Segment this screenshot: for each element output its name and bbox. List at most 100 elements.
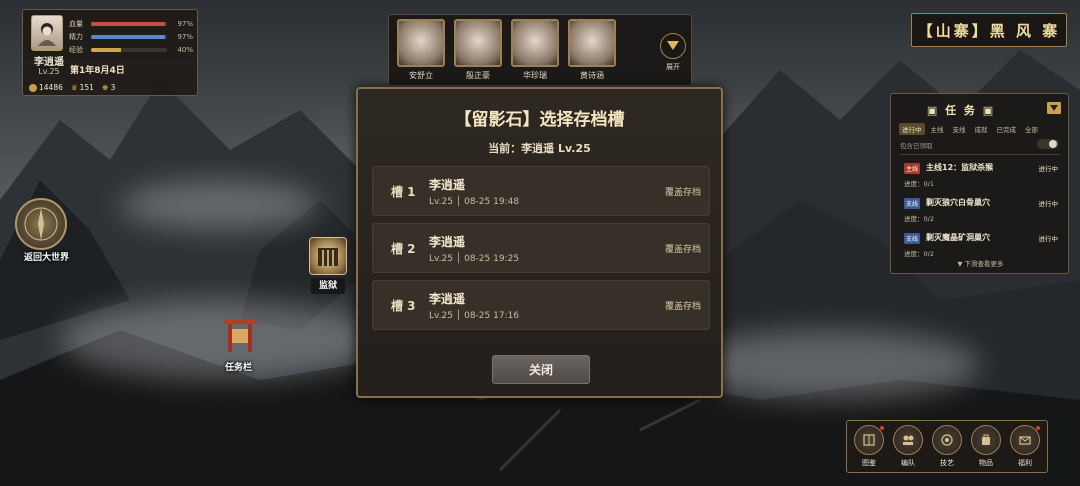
stat-label: 血量 <box>69 20 83 28</box>
hp-bar <box>91 22 167 26</box>
quest-progress: 进度：0/1 <box>904 180 934 188</box>
party-bar: 安舒立 殷正豪 华珍瑞 黄诗涵 <box>388 14 692 86</box>
collapse-quests-button[interactable] <box>1047 102 1061 114</box>
slot-character-name: 李逍遥 <box>429 292 466 306</box>
party-member[interactable]: 华珍瑞 <box>509 19 561 83</box>
party-member[interactable]: 黄诗涵 <box>566 19 618 83</box>
stat-label: 精力 <box>69 33 83 41</box>
menu-team-button[interactable]: 编队 <box>890 425 926 471</box>
expand-party-button[interactable] <box>660 33 686 59</box>
overwrite-save-button[interactable]: 覆盖存档 <box>665 299 701 312</box>
quest-title-text: 任 务 <box>945 104 977 117</box>
item-counter: ♛ 151 <box>71 83 94 92</box>
quest-item[interactable]: 主线 主线12：监狱杀猴 进行中 进度：0/1 <box>900 160 1062 192</box>
stat-hp: 血量 97% <box>69 19 195 29</box>
notification-dot <box>1036 426 1040 430</box>
stat-label: 经验 <box>69 46 83 54</box>
member-portrait <box>454 19 502 67</box>
slot-character-name: 李逍遥 <box>429 235 466 249</box>
exp-bar <box>91 48 167 52</box>
game-date: 第1年8月4日 <box>70 66 125 76</box>
slot-meta: Lv.25 │ 08-25 17:16 <box>429 311 520 321</box>
save-slot-2[interactable]: 槽 2 李逍遥 Lv.25 │ 08-25 19:25 覆盖存档 <box>372 223 710 273</box>
tab-all[interactable]: 全部 <box>1022 123 1041 135</box>
member-portrait <box>568 19 616 67</box>
menu-codex-button[interactable]: 图鉴 <box>851 425 887 471</box>
stat-energy: 精力 97% <box>69 32 195 42</box>
prison-marker[interactable] <box>309 237 347 275</box>
tab-side[interactable]: 支线 <box>950 123 969 135</box>
return-world-button[interactable] <box>15 198 67 250</box>
stat-percent: 97% <box>177 20 193 28</box>
player-name: 李逍遥 <box>34 57 64 68</box>
tab-completed[interactable]: 已完成 <box>994 123 1020 135</box>
party-member[interactable]: 殷正豪 <box>452 19 504 83</box>
gold-counter: 14486 <box>29 83 63 92</box>
ingot-icon: ♛ <box>70 83 78 92</box>
menu-items-button[interactable]: 物品 <box>968 425 1004 471</box>
quest-title: 剿灭狼穴白骨巢穴 <box>926 198 990 207</box>
prison-icon <box>318 248 338 266</box>
tab-main[interactable]: 主线 <box>928 123 947 135</box>
menu-welfare-button[interactable]: 福利 <box>1007 425 1043 471</box>
portrait-icon <box>38 23 56 46</box>
return-world-label: 返回大世界 <box>24 253 70 263</box>
quest-progress: 进度：0/2 <box>904 250 934 258</box>
overwrite-save-button[interactable]: 覆盖存档 <box>665 185 701 198</box>
scroll-more-hint[interactable]: ▼ 下滑查看更多 <box>891 258 1070 268</box>
include-claimed-label: 包含已领取 <box>900 142 933 150</box>
notification-dot <box>880 426 884 430</box>
quest-title: 主线12：监狱杀猴 <box>926 163 994 172</box>
quest-panel-title: ▣ 任 务 ▣ <box>891 102 1031 118</box>
stat-exp: 经验 40% <box>69 45 195 55</box>
current-character: 当前：李逍遥 Lv.25 <box>488 142 591 155</box>
slot-meta: Lv.25 │ 08-25 19:25 <box>429 254 520 264</box>
overwrite-save-button[interactable]: 覆盖存档 <box>665 242 701 255</box>
quest-status: 进行中 <box>1038 235 1059 243</box>
triangle-down-icon <box>1050 105 1058 111</box>
quest-title: 剿灭魔晶矿洞巢穴 <box>926 233 990 242</box>
gold-value: 14486 <box>39 83 63 92</box>
item-value: 151 <box>79 83 94 92</box>
compass-icon <box>24 207 58 241</box>
tab-achievement[interactable]: 成就 <box>972 123 991 135</box>
close-button[interactable]: 关闭 <box>492 355 590 384</box>
bottom-menu: 图鉴 编队 技艺 物品 福利 <box>846 420 1048 473</box>
quest-progress: 进度：0/2 <box>904 215 934 223</box>
member-portrait <box>511 19 559 67</box>
save-slot-1[interactable]: 槽 1 李逍遥 Lv.25 │ 08-25 19:48 覆盖存档 <box>372 166 710 216</box>
menu-label: 技艺 <box>940 459 954 467</box>
quest-panel: ▣ 任 务 ▣ 进行中 主线 支线 成就 已完成 全部 包含已领取 主线 主线1… <box>890 93 1069 274</box>
quest-board-label: 任务栏 <box>225 363 253 373</box>
menu-label: 福利 <box>1018 459 1032 467</box>
save-slot-dialog: 【留影石】选择存档槽 当前：李逍遥 Lv.25 槽 1 李逍遥 Lv.25 │ … <box>356 87 723 398</box>
slot-number: 槽 3 <box>391 299 416 313</box>
divider <box>899 154 1061 155</box>
quest-status: 进行中 <box>1038 200 1059 208</box>
member-name: 安舒立 <box>409 71 433 80</box>
quest-board-marker[interactable] <box>222 315 258 355</box>
player-avatar[interactable] <box>31 15 63 51</box>
crown-icon: ♚ <box>101 83 109 92</box>
expand-label: 展开 <box>666 63 680 71</box>
energy-bar <box>91 35 167 39</box>
square-icon: ▣ <box>982 104 996 117</box>
player-status-panel: 李逍遥 Lv.25 血量 97% 精力 97% 经验 40% 第1年8月4日 1… <box>22 9 198 96</box>
quest-status: 进行中 <box>1038 165 1059 173</box>
quest-tag: 支线 <box>904 233 921 244</box>
quest-item[interactable]: 支线 剿灭狼穴白骨巢穴 进行中 进度：0/2 <box>900 195 1062 227</box>
member-portrait <box>397 19 445 67</box>
stat-percent: 40% <box>177 46 193 54</box>
slot-meta: Lv.25 │ 08-25 19:48 <box>429 197 520 207</box>
party-member[interactable]: 安舒立 <box>395 19 447 83</box>
menu-skill-button[interactable]: 技艺 <box>929 425 965 471</box>
quest-tag: 主线 <box>904 163 921 174</box>
menu-label: 图鉴 <box>862 459 876 467</box>
quest-tabs: 进行中 主线 支线 成就 已完成 全部 <box>899 123 1041 135</box>
bag-icon <box>971 425 1001 455</box>
tab-in-progress[interactable]: 进行中 <box>899 123 925 135</box>
square-icon: ▣ <box>926 104 940 117</box>
save-slot-3[interactable]: 槽 3 李逍遥 Lv.25 │ 08-25 17:16 覆盖存档 <box>372 280 710 330</box>
include-claimed-toggle[interactable] <box>1037 139 1059 149</box>
book-icon <box>854 425 884 455</box>
